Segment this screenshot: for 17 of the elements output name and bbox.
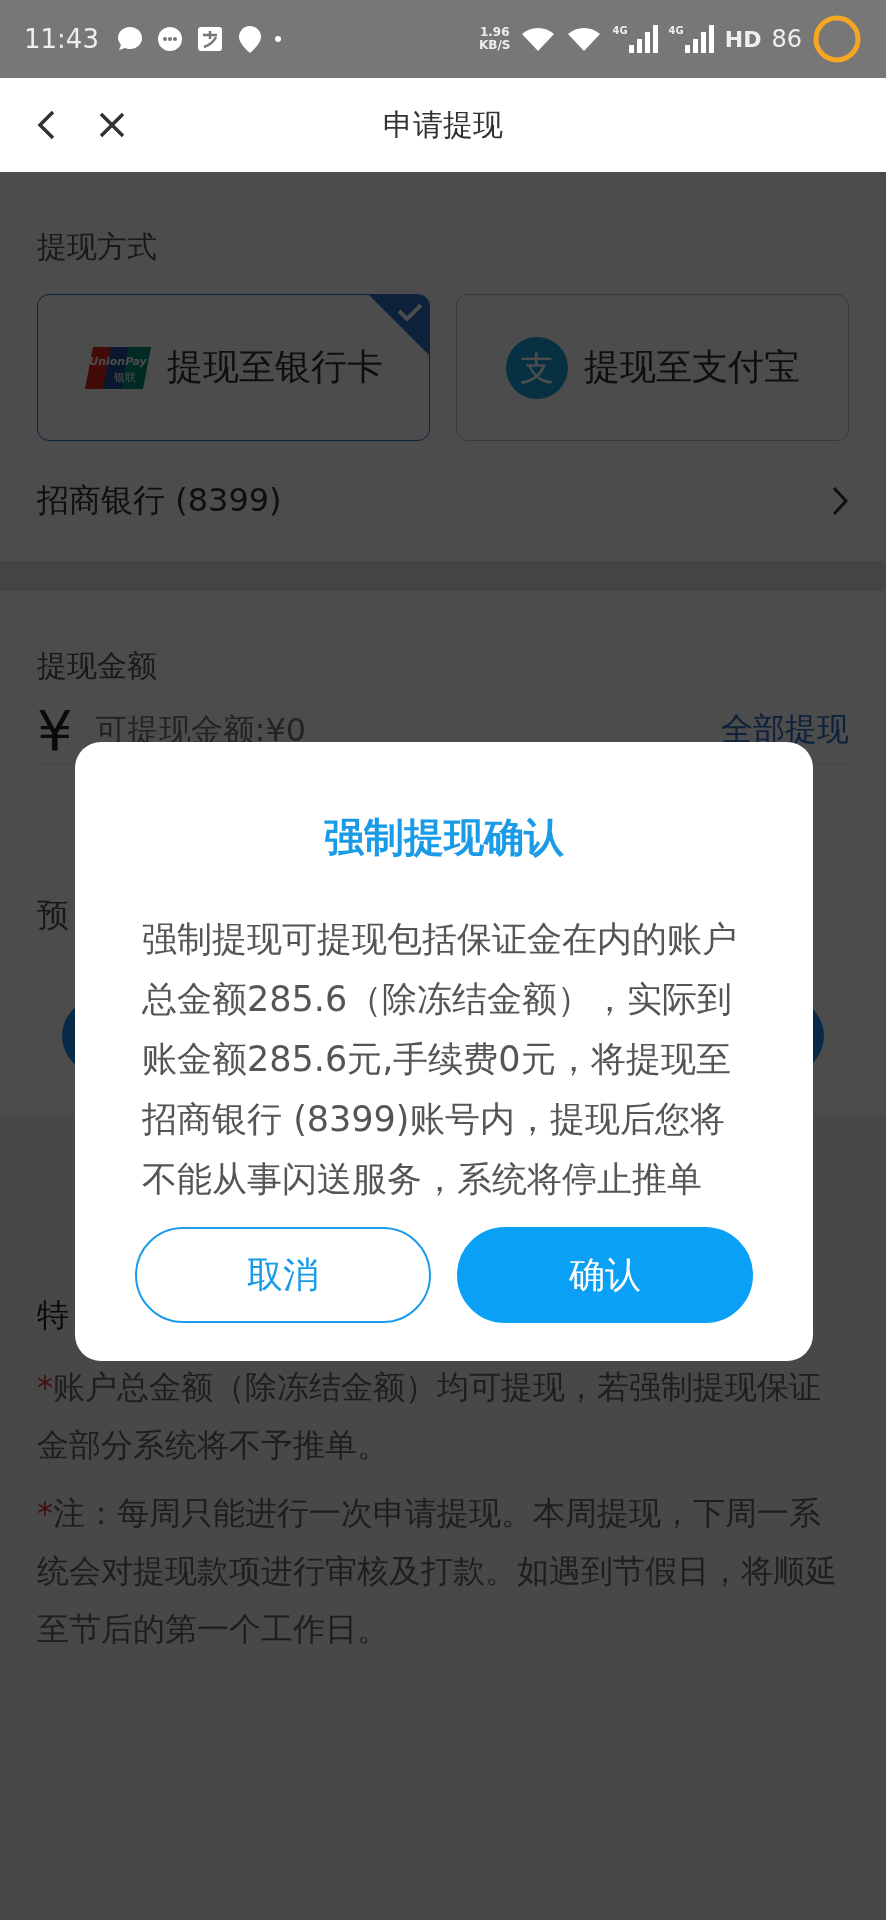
cancel-button[interactable]: 取消 bbox=[135, 1227, 431, 1323]
wifi-icon bbox=[566, 25, 603, 53]
network-speed: 1.96 KB/S bbox=[478, 26, 511, 52]
hd-indicator: HD bbox=[724, 26, 762, 52]
wifi-icon bbox=[520, 25, 557, 53]
currency-symbol: ¥ bbox=[37, 697, 73, 763]
confirm-button[interactable]: 确认 bbox=[457, 1227, 753, 1323]
close-icon bbox=[98, 111, 126, 139]
dialog-message: 强制提现可提现包括保证金在内的账户总金额285.6（除冻结金额），实际到账金额285.6元,手续费0元，将提现至招商银行 (8399)账号内，提现后您将不能从事闪送服务，系统将停止推单 bbox=[142, 918, 738, 1201]
dialog-title: 强制提现确认 bbox=[324, 813, 564, 862]
page-title: 申请提现 bbox=[383, 106, 503, 142]
dot-icon bbox=[274, 36, 281, 42]
battery-percent: 86 bbox=[771, 25, 802, 53]
back-icon bbox=[36, 109, 56, 141]
status-time: 11:43 bbox=[24, 24, 99, 54]
notes-title: 特 bbox=[37, 1296, 69, 1334]
battery-ring-icon bbox=[812, 14, 862, 64]
